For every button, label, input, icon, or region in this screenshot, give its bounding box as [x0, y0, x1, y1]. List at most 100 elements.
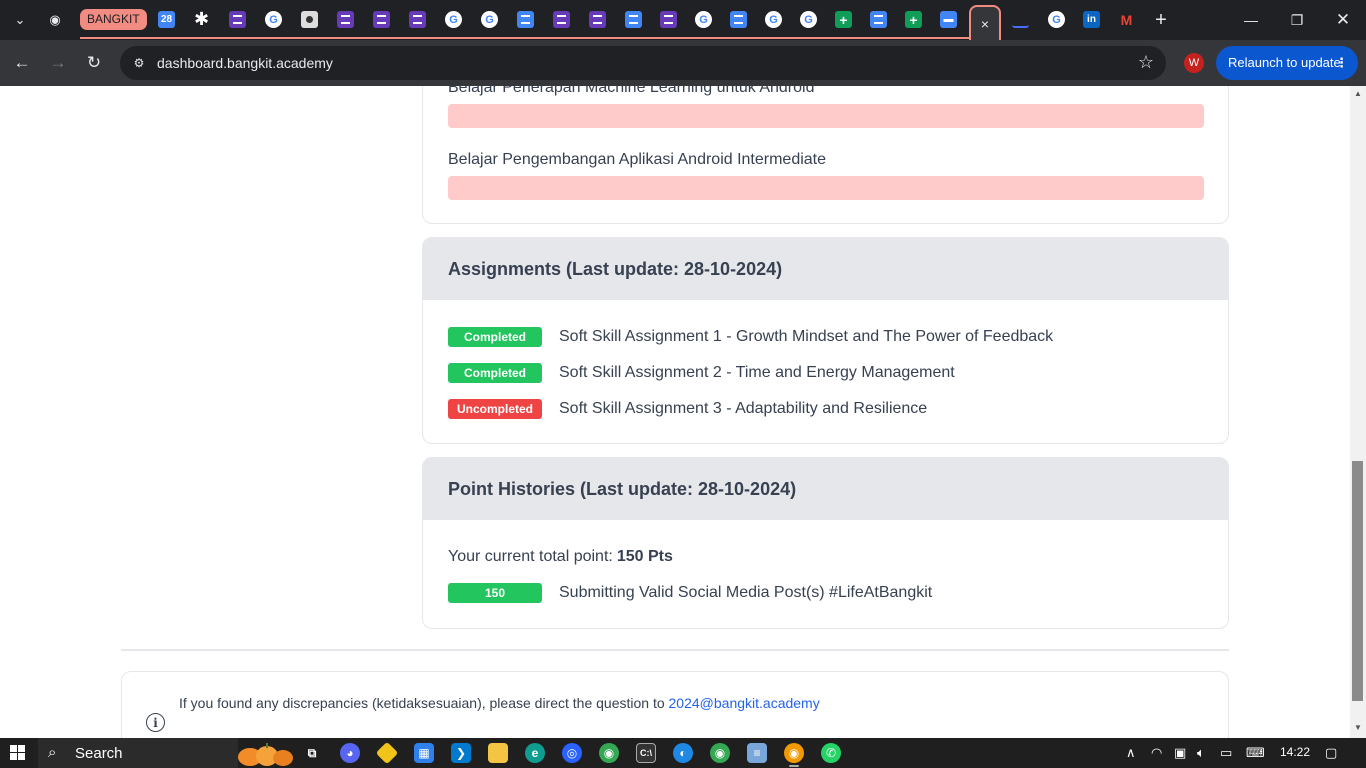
profile-avatar[interactable]: W [1184, 53, 1204, 73]
restore-button[interactable]: ❐ [1274, 8, 1320, 32]
total-points-label: Your current total point: [448, 548, 613, 565]
google-slides-icon[interactable]: ▬ [940, 11, 957, 28]
close-window-button[interactable]: ✕ [1320, 8, 1366, 32]
scroll-thumb[interactable] [1352, 461, 1363, 701]
task-view-icon[interactable]: ⧉ [302, 743, 322, 763]
notice-text: If you found any discrepancies (ketidaks… [179, 695, 820, 711]
reload-button[interactable]: ↻ [82, 51, 106, 75]
course-title: Belajar Penerapan Machine Learning untuk… [448, 86, 815, 96]
file-explorer-icon[interactable] [488, 743, 508, 763]
site-info-icon[interactable]: ⚙ [130, 54, 148, 72]
address-bar[interactable]: ⚙ dashboard.bangkit.academy ☆ [120, 46, 1166, 80]
notice-message: If you found any discrepancies (ketidaks… [179, 695, 665, 711]
google-icon[interactable]: G [1048, 11, 1065, 28]
page-scrollbar[interactable]: ▲ ▼ [1350, 86, 1366, 738]
assignment-row: Completed Soft Skill Assignment 1 - Grow… [448, 327, 1053, 347]
chrome-canary-icon[interactable]: ◉ [784, 743, 804, 763]
minimize-button[interactable]: — [1228, 8, 1274, 32]
google-icon[interactable]: G [695, 11, 712, 28]
calendar-icon[interactable]: 28 [158, 11, 175, 28]
edge-icon[interactable]: e [525, 743, 545, 763]
sourcetree-icon[interactable] [375, 741, 399, 765]
google-docs-icon[interactable] [625, 11, 642, 28]
gmail-icon[interactable]: M [1118, 11, 1135, 28]
chrome-icon[interactable]: ◉ [710, 743, 730, 763]
point-histories-card: Point Histories (Last update: 28-10-2024… [422, 457, 1229, 629]
google-docs-icon[interactable] [870, 11, 887, 28]
google-sheets-icon[interactable] [835, 11, 852, 28]
url-text[interactable]: dashboard.bangkit.academy [157, 55, 333, 71]
notifications-icon[interactable]: ▢ [1325, 745, 1337, 761]
notepad-icon[interactable]: ≡ [747, 743, 767, 763]
google-icon[interactable]: G [800, 11, 817, 28]
wifi-icon[interactable]: ◠ [1151, 745, 1162, 761]
store-icon[interactable]: ▦ [414, 743, 434, 763]
assignments-card: Assignments (Last update: 28-10-2024) Co… [422, 237, 1229, 444]
google-icon[interactable]: G [765, 11, 782, 28]
google-forms-icon[interactable] [660, 11, 677, 28]
google-forms-icon[interactable] [337, 11, 354, 28]
windows-start-icon[interactable] [10, 745, 26, 761]
google-icon[interactable]: G [481, 11, 498, 28]
point-description: Submitting Valid Social Media Post(s) #L… [559, 584, 933, 601]
relaunch-label: Relaunch to update [1228, 55, 1341, 70]
search-label: Search [75, 745, 123, 762]
google-docs-icon[interactable] [517, 11, 534, 28]
points-badge: 150 [448, 583, 542, 603]
status-badge: Completed [448, 327, 542, 347]
terminal-icon[interactable]: C:\ [636, 743, 656, 763]
active-tab-close-button[interactable]: × [969, 5, 1001, 40]
chrome-icon[interactable]: ◉ [599, 743, 619, 763]
google-forms-icon[interactable] [409, 11, 426, 28]
relaunch-button[interactable]: Relaunch to update ⋮ [1216, 46, 1358, 80]
tab-group-bangkit[interactable]: BANGKIT [80, 9, 147, 30]
contact-icon[interactable] [301, 11, 318, 28]
course-progress-bar [448, 176, 1204, 200]
courses-card: Belajar Penerapan Machine Learning untuk… [422, 86, 1229, 224]
keyboard-icon[interactable]: ⌨ [1246, 745, 1265, 761]
google-icon[interactable]: G [445, 11, 462, 28]
whatsapp-icon[interactable]: ✆ [821, 743, 841, 763]
taskbar-search-box[interactable]: ⌕ Search [38, 738, 238, 768]
battery-icon[interactable]: ▭ [1220, 745, 1232, 761]
scroll-down-arrow[interactable]: ▼ [1353, 723, 1363, 732]
info-icon: i [146, 713, 165, 732]
tab-search-button[interactable]: ⌄ [8, 8, 32, 32]
app-icon[interactable]: ◐ [673, 743, 693, 763]
new-tab-button[interactable]: + [1149, 8, 1173, 32]
stripe-icon[interactable] [1012, 11, 1029, 28]
app-icon[interactable]: ◎ [562, 743, 582, 763]
status-badge: Completed [448, 363, 542, 383]
pumpkin-widget-icon[interactable] [236, 740, 294, 766]
google-icon[interactable]: G [265, 11, 282, 28]
discord-icon[interactable]: ◕ [340, 743, 360, 763]
google-forms-icon[interactable] [229, 11, 246, 28]
vscode-icon[interactable]: ❯ [451, 743, 471, 763]
status-badge: Uncompleted [448, 399, 542, 419]
forward-button[interactable]: → [46, 51, 70, 75]
tray-chevron-icon[interactable]: ∧ [1126, 745, 1136, 761]
linkedin-icon[interactable]: in [1083, 11, 1100, 28]
google-forms-icon[interactable] [589, 11, 606, 28]
google-forms-icon[interactable] [553, 11, 570, 28]
assignment-title: Soft Skill Assignment 3 - Adaptability a… [559, 400, 928, 417]
assignments-heading: Assignments (Last update: 28-10-2024) [423, 238, 1228, 300]
battery-saver-icon[interactable]: ▣ [1174, 745, 1186, 761]
bookmark-star-icon[interactable]: ☆ [1138, 52, 1154, 73]
google-docs-icon[interactable] [730, 11, 747, 28]
asterisk-icon[interactable]: ✱ [193, 9, 210, 29]
point-histories-heading: Point Histories (Last update: 28-10-2024… [423, 458, 1228, 520]
tab-group-underline [80, 37, 970, 39]
active-app-indicator [789, 765, 799, 767]
assignment-title: Soft Skill Assignment 1 - Growth Mindset… [559, 328, 1054, 345]
back-button[interactable]: ← [10, 51, 34, 75]
google-forms-icon[interactable] [373, 11, 390, 28]
chrome-icon[interactable]: ◉ [43, 8, 67, 32]
taskbar-clock[interactable]: 14:22 [1280, 745, 1310, 759]
volume-icon[interactable]: 🔈︎ [1197, 745, 1205, 761]
course-title: Belajar Pengembangan Aplikasi Android In… [448, 151, 827, 168]
google-sheets-icon[interactable] [905, 11, 922, 28]
scroll-up-arrow[interactable]: ▲ [1353, 89, 1363, 98]
support-email-link[interactable]: 2024@bangkit.academy [669, 695, 820, 711]
browser-menu-icon[interactable]: ⋮ [1335, 46, 1348, 80]
